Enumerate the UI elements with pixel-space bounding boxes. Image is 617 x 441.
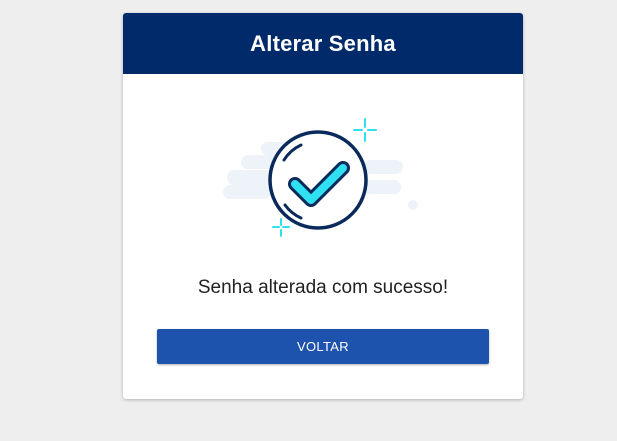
success-illustration (223, 118, 418, 237)
success-checkmark-icon (268, 130, 368, 230)
success-message: Senha alterada com sucesso! (197, 277, 449, 298)
sparkle-icon (272, 218, 290, 237)
sparkle-icon (353, 118, 377, 142)
card-title: Alterar Senha (250, 30, 396, 56)
back-button[interactable]: VOLTAR (157, 329, 489, 364)
card-header: Alterar Senha (123, 13, 523, 74)
change-password-card: Alterar Senha Senha alterada com sucesso… (123, 13, 523, 399)
